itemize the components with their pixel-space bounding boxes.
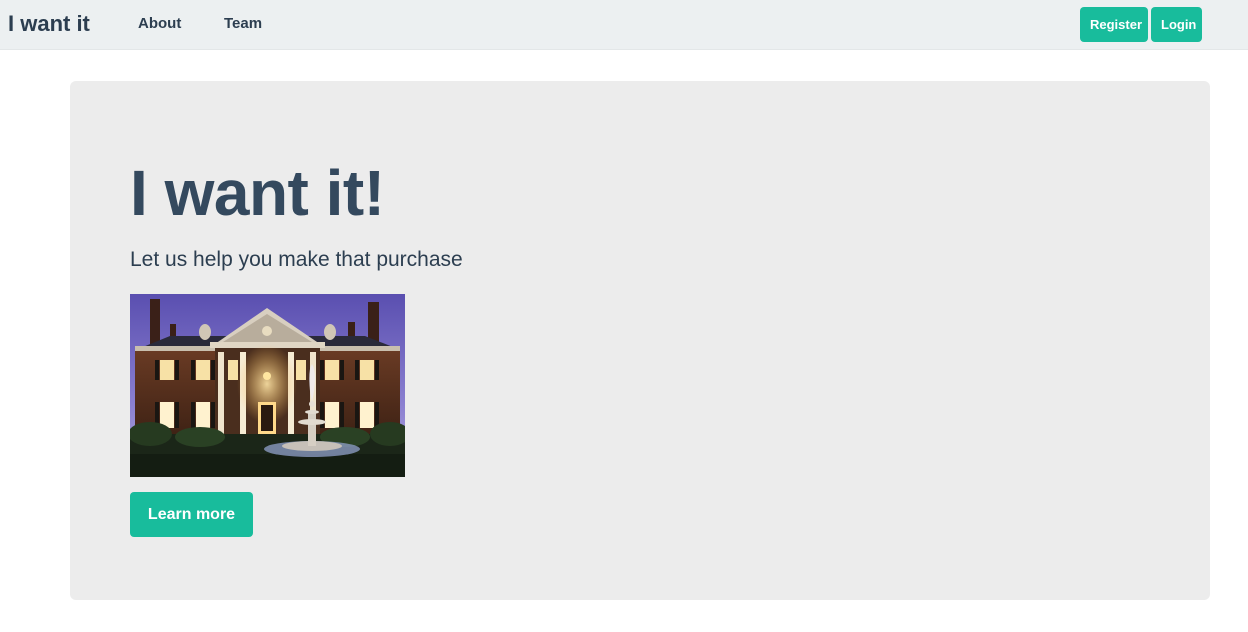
hero-lead: Let us help you make that purchase bbox=[130, 248, 463, 271]
nav-link-team[interactable]: Team bbox=[224, 14, 262, 34]
register-button[interactable]: Register bbox=[1080, 7, 1148, 42]
nav-link-about[interactable]: About bbox=[138, 14, 181, 34]
learn-more-button[interactable]: Learn more bbox=[130, 492, 253, 537]
brand-link[interactable]: I want it bbox=[8, 10, 90, 38]
navbar: I want it About Team Register Login bbox=[0, 0, 1248, 50]
hero-title: I want it! bbox=[130, 157, 385, 229]
login-button[interactable]: Login bbox=[1151, 7, 1202, 42]
house-image bbox=[130, 294, 405, 477]
jumbotron: I want it! Let us help you make that pur… bbox=[70, 81, 1210, 600]
